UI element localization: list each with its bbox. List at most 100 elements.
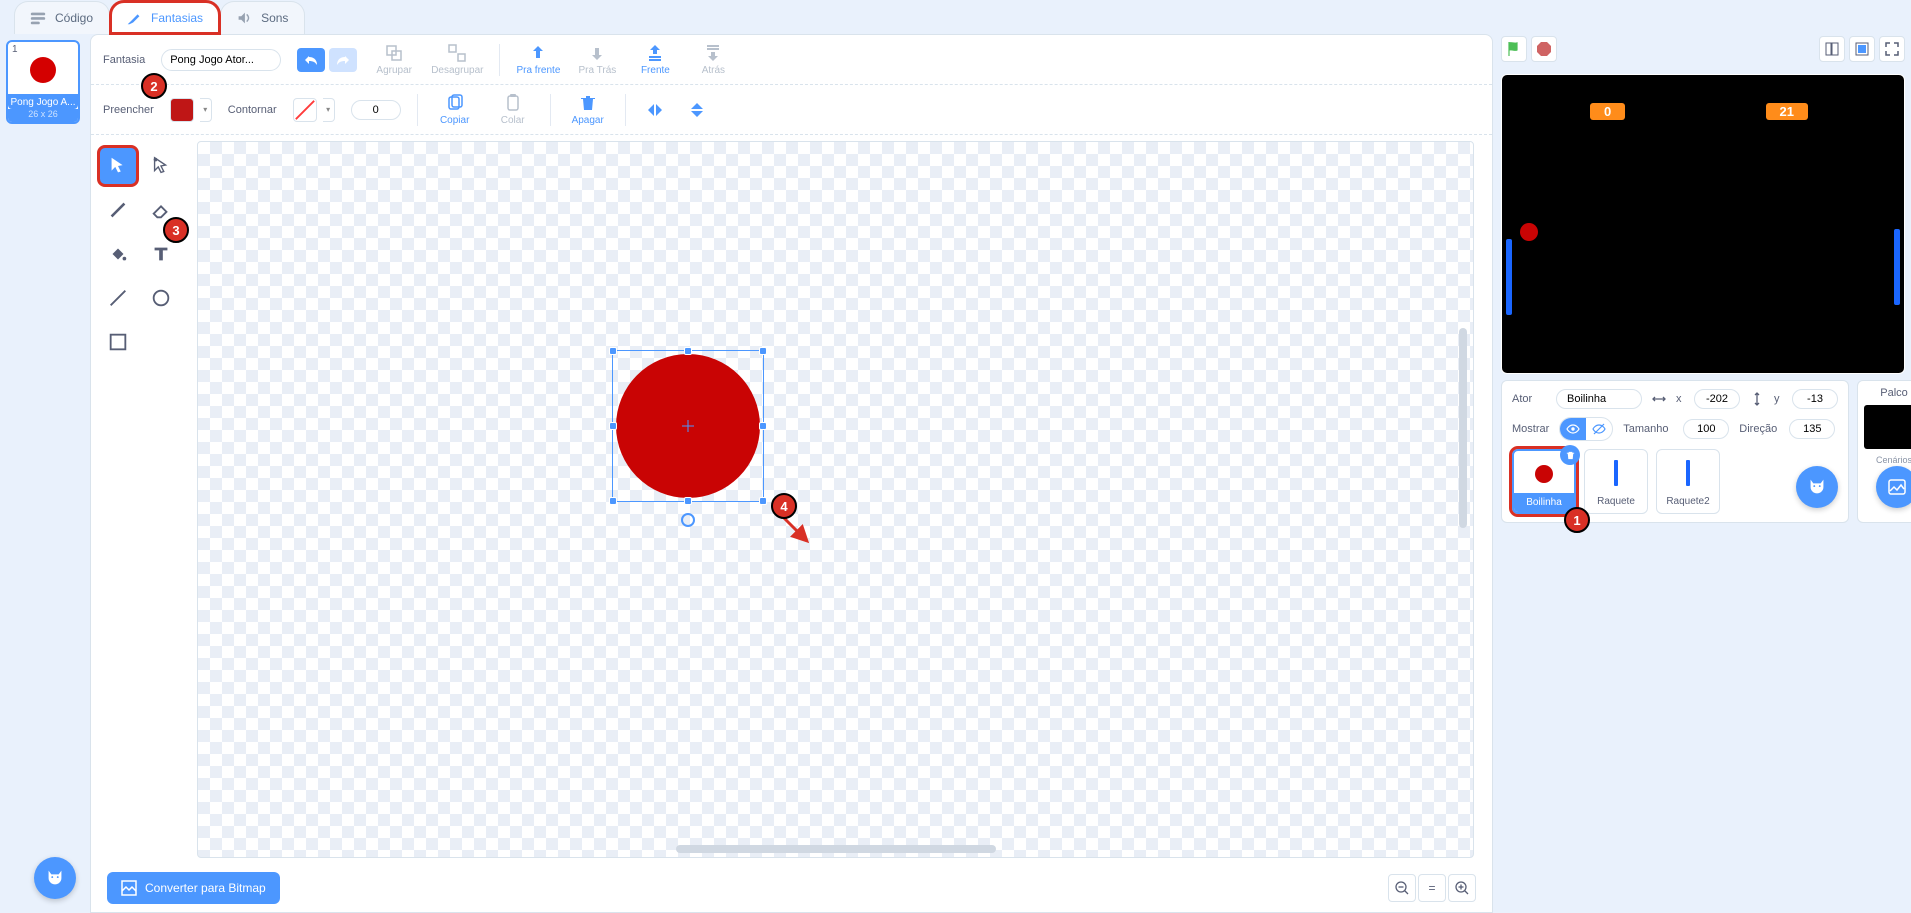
sound-icon	[235, 9, 253, 27]
editor-toolbar-row2: Preencher ▾ Contornar ▾ Copiar Colar Apa…	[91, 85, 1492, 135]
redo-button[interactable]	[329, 48, 357, 72]
tab-code[interactable]: Código	[14, 1, 110, 34]
show-button[interactable]	[1560, 418, 1586, 440]
hide-button[interactable]	[1586, 418, 1612, 440]
costume-editor: Fantasia Agrupar Desagrupar Pra frente P…	[90, 34, 1493, 913]
sprite-name-label: Ator	[1512, 393, 1546, 405]
annotation-2: 2	[141, 73, 167, 99]
add-sprite-fab[interactable]	[1796, 466, 1838, 508]
select-tool[interactable]	[99, 147, 137, 185]
delete-button[interactable]: Apagar	[567, 93, 609, 126]
trash-small-icon	[1565, 450, 1576, 461]
rotation-handle[interactable]	[681, 513, 695, 527]
brush-tool[interactable]	[99, 191, 137, 229]
trash-icon	[578, 93, 598, 113]
delete-sprite-button[interactable]	[1560, 445, 1580, 465]
add-backdrop-fab[interactable]	[1876, 466, 1911, 508]
zoom-in-icon	[1455, 881, 1469, 895]
selection-box[interactable]	[612, 350, 764, 502]
vertical-scrollbar[interactable]	[1459, 328, 1467, 528]
score-left: 0	[1590, 103, 1625, 120]
backward-icon	[587, 43, 607, 63]
stage[interactable]: 0 21	[1501, 74, 1905, 374]
y-input[interactable]	[1792, 389, 1838, 409]
outline-swatch	[293, 98, 317, 122]
annotation-1: 1	[1564, 507, 1590, 533]
code-icon	[29, 9, 47, 27]
paste-icon	[503, 93, 523, 113]
stop-icon	[1536, 41, 1552, 57]
backdrops-label: Cenários	[1864, 455, 1911, 465]
direction-input[interactable]	[1789, 419, 1835, 439]
stage-thumbnail[interactable]	[1864, 405, 1911, 449]
horizontal-scrollbar[interactable]	[676, 845, 996, 853]
zoom-in-button[interactable]	[1448, 874, 1476, 902]
costume-name-input[interactable]	[161, 49, 281, 71]
small-stage-button[interactable]	[1819, 36, 1845, 62]
sprite-tile-boilinha[interactable]: Boilinha	[1512, 449, 1576, 514]
flip-horizontal-button[interactable]	[642, 100, 668, 120]
fill-label: Preencher	[103, 104, 154, 116]
flag-icon	[1505, 40, 1523, 58]
copy-button[interactable]: Copiar	[434, 93, 476, 126]
large-stage-button[interactable]	[1849, 36, 1875, 62]
line-tool[interactable]	[99, 279, 137, 317]
convert-to-bitmap-button[interactable]: Converter para Bitmap	[107, 872, 280, 904]
sprite-tile-raquete[interactable]: Raquete	[1584, 449, 1648, 514]
outline-color-picker[interactable]: ▾	[293, 98, 335, 122]
outline-width-input[interactable]	[351, 100, 401, 120]
group-button[interactable]: Agrupar	[373, 43, 415, 76]
costume-name: Pong Jogo A...	[8, 94, 78, 109]
redo-icon	[335, 53, 351, 67]
zoom-out-button[interactable]	[1388, 874, 1416, 902]
tab-costumes[interactable]: Fantasias	[110, 1, 220, 34]
backward-button[interactable]: Pra Trás	[576, 43, 618, 76]
to-back-icon	[703, 43, 723, 63]
brush-tool-icon	[107, 199, 129, 221]
canvas[interactable]	[197, 141, 1474, 858]
zoom-reset-button[interactable]: =	[1418, 874, 1446, 902]
undo-button[interactable]	[297, 48, 325, 72]
costume-list: 1 Pong Jogo A... 26 x 26	[0, 34, 90, 913]
fullscreen-button[interactable]	[1879, 36, 1905, 62]
sprite-name-input[interactable]	[1556, 389, 1642, 409]
paste-button[interactable]: Colar	[492, 93, 534, 126]
image-icon	[1887, 477, 1907, 497]
tab-sounds[interactable]: Sons	[220, 1, 305, 34]
rectangle-tool[interactable]	[99, 323, 137, 361]
sprite-name: Raquete2	[1657, 492, 1719, 511]
x-input[interactable]	[1694, 389, 1740, 409]
line-icon	[107, 287, 129, 309]
ungroup-button[interactable]: Desagrupar	[431, 43, 483, 76]
fill-swatch	[170, 98, 194, 122]
eye-icon	[1566, 422, 1580, 436]
tab-costumes-label: Fantasias	[151, 11, 203, 25]
to-back-button[interactable]: Atrás	[692, 43, 734, 76]
reshape-tool[interactable]	[142, 147, 180, 185]
visibility-toggle[interactable]	[1559, 417, 1613, 441]
fill-color-picker[interactable]: ▾	[170, 98, 212, 122]
costume-thumbnail[interactable]: 1 Pong Jogo A... 26 x 26	[6, 40, 80, 124]
flip-vertical-button[interactable]	[684, 100, 710, 120]
ungroup-icon	[447, 43, 467, 63]
circle-tool[interactable]	[142, 279, 180, 317]
to-front-button[interactable]: Frente	[634, 43, 676, 76]
large-stage-icon	[1855, 42, 1869, 56]
direction-label: Direção	[1739, 423, 1779, 435]
stage-ball	[1520, 223, 1538, 241]
add-costume-fab[interactable]	[34, 857, 76, 899]
fill-tool[interactable]	[99, 235, 137, 273]
costume-name-label: Fantasia	[103, 54, 145, 66]
green-flag-button[interactable]	[1501, 36, 1527, 62]
forward-button[interactable]: Pra frente	[516, 43, 560, 76]
sprite-tile-raquete2[interactable]: Raquete2	[1656, 449, 1720, 514]
costume-index: 1	[12, 44, 18, 55]
size-input[interactable]	[1683, 419, 1729, 439]
convert-btn-label: Converter para Bitmap	[145, 881, 266, 895]
stage-label: Palco	[1864, 387, 1911, 399]
stage-paddle-left	[1506, 239, 1512, 315]
stop-button[interactable]	[1531, 36, 1557, 62]
chevron-down-icon: ▾	[200, 98, 212, 122]
x-label: x	[1676, 393, 1684, 405]
y-arrows-icon	[1750, 392, 1764, 406]
